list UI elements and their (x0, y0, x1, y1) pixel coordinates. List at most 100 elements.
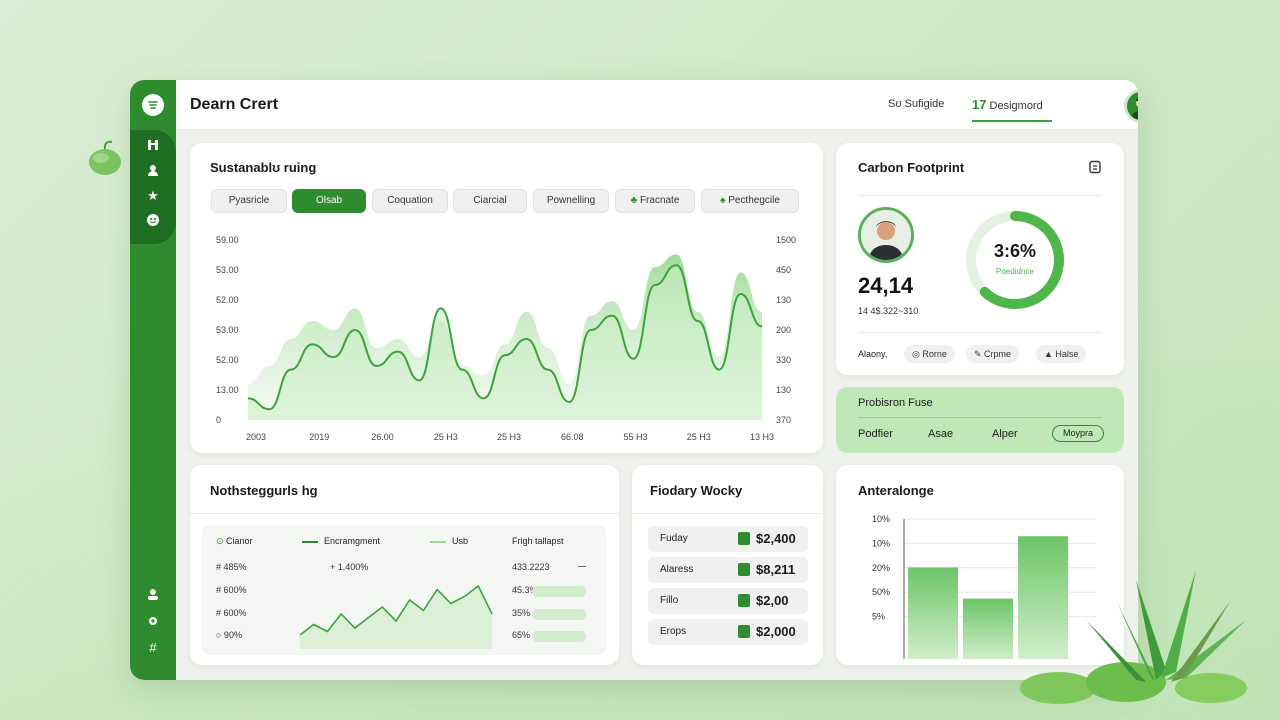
sidebar: ★ # (130, 80, 176, 680)
notes-row-left: # 600% (216, 608, 247, 618)
star-icon[interactable]: ★ (145, 188, 161, 204)
y-left-tick: 53.00 (216, 265, 239, 275)
promo-button[interactable]: Moypra (1052, 425, 1104, 442)
ring-label: Poedidnce (996, 267, 1034, 276)
bar (908, 567, 958, 659)
tab-label: Fracnate (639, 195, 680, 206)
users-icon[interactable] (145, 163, 161, 179)
tab-label: Pecthegcile (728, 195, 780, 206)
mini-area (300, 586, 492, 649)
weekly-row-fuday[interactable]: Fuday $2,400 (648, 526, 808, 552)
dashboard-icon[interactable] (145, 138, 161, 154)
tab-ciarcial[interactable]: Ciarcial (453, 189, 527, 213)
legend-usb: Usb (430, 536, 468, 546)
user-bottom-icon[interactable] (145, 587, 161, 603)
header-link-number: 17 (972, 97, 987, 112)
notes-row-left: ○ 90% (216, 630, 242, 640)
x-tick: 2019 (309, 432, 329, 442)
carbon-footprint-card: Carbon Footprint 24,14 14 4$.322~310 3:6… (836, 143, 1124, 375)
promo-title: Probisron Fuse (858, 397, 933, 409)
x-tick: 55 H3 (623, 432, 647, 442)
tab-fracnate[interactable]: ♣ Fracnate (615, 189, 695, 213)
dashboard-window: ★ # Dearn Crert Sʊ Sufigide 17 Desigmord… (130, 80, 1138, 680)
legend-label: Cianor (226, 536, 253, 546)
card-icon (738, 594, 750, 607)
promo-item-asae[interactable]: Asae (928, 428, 953, 440)
promo-item-podfier[interactable]: Podfier (858, 428, 893, 440)
menu-icon[interactable] (142, 94, 164, 116)
notes-row-right: 433.2223 (512, 562, 550, 572)
tab-pecthegcile[interactable]: ♠ Pecthegcile (701, 189, 799, 213)
leaf-icon: ✎ (974, 349, 985, 359)
wallet-icon (738, 563, 750, 576)
weekly-row-value: $8,211 (756, 562, 796, 577)
y-left-tick: 52.00 (216, 355, 239, 365)
anteralonge-title: Anteralonge (858, 483, 934, 498)
weekly-row-erops[interactable]: Erops $2,000 (648, 619, 808, 645)
tab-pyasricle[interactable]: Pyasricle (211, 189, 287, 213)
pill-label: Halse (1055, 349, 1079, 359)
y-right-tick: 370 (776, 415, 791, 425)
carbon-footer-label: Alaony, (858, 349, 888, 359)
divider (858, 195, 1102, 196)
notes-mid-value: + 1.400% (330, 562, 369, 572)
legend-cianor: ⊙ Cianor (216, 536, 253, 547)
weekly-row-fillo[interactable]: Fillo $2,00 (648, 588, 808, 614)
leaf-icon: ♣ (630, 195, 640, 206)
tab-olsab[interactable]: Olsab (292, 189, 366, 213)
weekly-card: Fiodary Wocky Fuday $2,400 Alaress $8,21… (632, 465, 823, 665)
promo-card: Probisron Fuse Podfier Asae Alper Moypra (836, 387, 1124, 453)
weekly-row-alaress[interactable]: Alaress $8,211 (648, 557, 808, 583)
profile-photo[interactable] (858, 207, 914, 263)
x-tick: 25 H3 (497, 432, 521, 442)
header-link-sufigide[interactable]: Sʊ Sufigide (888, 98, 944, 110)
notes-row-left: # 600% (216, 585, 247, 595)
notes-row-right: 65% (512, 630, 531, 640)
circle-check-icon: ⊙ (216, 536, 227, 546)
y-left-tick: 13.00 (216, 385, 239, 395)
weekly-row-label: Fuday (660, 533, 688, 544)
weekly-row-label: Erops (660, 626, 687, 637)
y-right-tick: 1500 (776, 235, 796, 245)
y-right-tick: 200 (776, 325, 791, 335)
tab-pownelling[interactable]: Pownelling (533, 189, 609, 213)
legend-swatch (302, 540, 318, 543)
sustainability-area-chart: 59.00 53.00 52.00 53.00 52.00 13.00 0 1500 450 13… (216, 235, 796, 442)
settings-icon[interactable] (145, 614, 161, 630)
document-icon[interactable] (1088, 160, 1102, 174)
carbon-title: Carbon Footprint (858, 160, 965, 175)
avatar[interactable] (1124, 89, 1138, 123)
bar-y-tick: 10% (872, 538, 890, 548)
x-tick: 26.00 (371, 432, 394, 442)
tab-coquation[interactable]: Coquation (372, 189, 448, 213)
y-left-tick: 0 (216, 415, 221, 425)
doc-icon (738, 532, 750, 545)
grid-icon[interactable]: # (145, 640, 161, 656)
x-tick: 2003 (246, 432, 266, 442)
y-right-tick: 130 (776, 385, 791, 395)
progress-pill (532, 631, 586, 642)
divider (190, 513, 619, 514)
pill-crpme[interactable]: ✎ Crpme (966, 345, 1020, 363)
legend-label: Encramgment (324, 536, 381, 546)
app-title: Dearn Crert (190, 96, 279, 113)
plant-decoration-icon (1020, 570, 1247, 704)
smile-icon[interactable] (145, 213, 161, 229)
pill-label: Crpme (984, 349, 1012, 359)
weekly-row-value: $2,400 (756, 531, 796, 546)
pill-halse[interactable]: ▲ Halse (1036, 345, 1087, 363)
alert-icon: ▲ (1044, 349, 1056, 359)
header-link-desigmord[interactable]: 17 Desigmord (972, 97, 1052, 122)
pill-label: Rorne (922, 349, 947, 359)
pill-rorne[interactable]: ◎ Rorne (904, 345, 955, 363)
notes-title: Nothsteggurls hg (210, 483, 318, 498)
x-tick: 25 H3 (434, 432, 458, 442)
y-left-tick: 59.00 (216, 235, 239, 245)
notes-mini-line-chart (299, 584, 493, 649)
weekly-row-value: $2,00 (756, 593, 789, 608)
y-left-tick: 53.00 (216, 325, 239, 335)
promo-item-alper[interactable]: Alper (992, 428, 1018, 440)
x-tick: 13 H3 (750, 432, 774, 442)
legend-label: Usb (452, 536, 469, 546)
notes-row-left: # 485% (216, 562, 247, 572)
